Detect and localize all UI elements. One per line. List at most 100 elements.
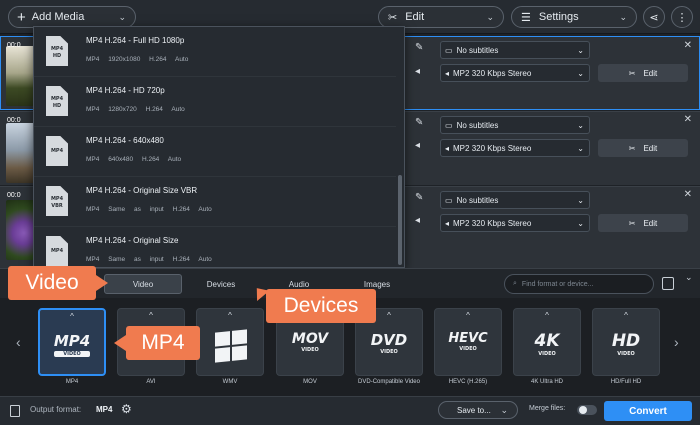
pencil-icon[interactable]: ✎ bbox=[415, 192, 423, 203]
preset-name: MP4 H.264 - Original Size bbox=[86, 236, 179, 245]
speaker-icon: ◂ bbox=[445, 218, 450, 228]
preset-specs: MP4 640x480 H.264 Auto bbox=[86, 156, 182, 163]
output-format-icon bbox=[10, 405, 20, 417]
toggle-knob bbox=[579, 406, 587, 414]
edit-button[interactable]: ✂ Edit bbox=[598, 139, 688, 157]
chevron-left-icon[interactable]: ‹ bbox=[16, 334, 21, 350]
edit-label: Edit bbox=[643, 143, 658, 153]
close-icon[interactable]: ✕ bbox=[684, 40, 692, 51]
edit-button[interactable]: ✂ Edit bbox=[598, 214, 688, 232]
share-button[interactable]: ⋖ bbox=[643, 6, 665, 28]
format-search-input[interactable]: ⌕ Find format or device... bbox=[504, 274, 654, 294]
save-to-button[interactable]: Save to... ⌄ bbox=[438, 401, 518, 419]
gear-icon[interactable]: ⚙ bbox=[121, 402, 132, 416]
tools-icon: ✂ bbox=[628, 68, 636, 78]
video-sublabel: VIDEO bbox=[617, 351, 635, 357]
subtitles-select[interactable]: ▭ No subtitles ⌄ bbox=[440, 116, 590, 134]
preset-item[interactable]: MP4 VBR MP4 H.264 - Original Size VBR MP4… bbox=[34, 177, 396, 227]
caret-up-icon: ^ bbox=[228, 311, 232, 320]
format-label: 4K Ultra HD bbox=[530, 379, 563, 385]
save-to-label: Save to... bbox=[457, 405, 491, 415]
audio-track-select[interactable]: ◂ MP2 320 Kbps Stereo ⌄ bbox=[440, 139, 590, 157]
tools-icon: ✂ bbox=[628, 218, 636, 228]
preset-item[interactable]: MP4 MP4 H.264 - 640x480 MP4 640x480 H.26… bbox=[34, 127, 396, 177]
close-icon[interactable]: ✕ bbox=[684, 189, 692, 200]
duration-label: 00:0 bbox=[7, 192, 21, 199]
format-card-mp4[interactable]: ^ MP4 VIDEO bbox=[38, 308, 106, 376]
format-label: HEVC (H.265) bbox=[448, 379, 488, 385]
video-sublabel: VIDEO bbox=[54, 351, 90, 357]
edit-label: Edit bbox=[643, 68, 658, 78]
mp4-file-icon: MP4 HD bbox=[46, 86, 68, 116]
preset-item[interactable]: MP4 MP4 H.264 - Original Size MP4 Same a… bbox=[34, 227, 396, 267]
pencil-icon[interactable]: ✎ bbox=[415, 117, 423, 128]
dropdown-scrollbar[interactable] bbox=[398, 175, 402, 265]
add-media-label: Add Media bbox=[31, 11, 85, 23]
chevron-right-icon[interactable]: › bbox=[674, 334, 679, 350]
duration-label: 00:0 bbox=[7, 42, 21, 49]
format-card-wmv[interactable]: ^ bbox=[196, 308, 264, 376]
chevron-down-icon: ⌄ bbox=[577, 218, 584, 228]
audio-icon[interactable]: ◂ bbox=[415, 140, 420, 151]
video-thumbnail bbox=[6, 46, 36, 106]
pencil-icon[interactable]: ✎ bbox=[415, 42, 423, 53]
more-button[interactable]: ⋮ bbox=[671, 6, 693, 28]
audio-track-select[interactable]: ◂ MP2 320 Kbps Stereo ⌄ bbox=[440, 64, 590, 82]
video-sublabel: VIDEO bbox=[301, 347, 319, 353]
add-media-button[interactable]: + Add Media ⌄ bbox=[8, 6, 136, 28]
bottom-bar: Output format: MP4 ⚙ Save to... ⌄ Merge f… bbox=[0, 396, 700, 425]
search-icon: ⌕ bbox=[513, 280, 517, 287]
audio-icon[interactable]: ◂ bbox=[415, 66, 420, 77]
format-label: AVI bbox=[146, 379, 156, 385]
chevron-down-icon: ⌄ bbox=[577, 45, 584, 55]
caret-up-icon: ^ bbox=[624, 311, 628, 320]
device-detect-icon[interactable] bbox=[662, 277, 674, 290]
collapse-icon[interactable]: ⌄ bbox=[685, 272, 693, 283]
mp4-file-icon: MP4 VBR bbox=[46, 186, 68, 216]
settings-label: Settings bbox=[538, 11, 579, 23]
preset-name: MP4 H.264 - 640x480 bbox=[86, 136, 164, 145]
chevron-down-icon: ⌄ bbox=[577, 195, 584, 205]
convert-button[interactable]: Convert bbox=[604, 401, 692, 421]
merge-toggle[interactable] bbox=[577, 405, 597, 415]
audio-value: MP2 320 Kbps Stereo bbox=[453, 143, 532, 153]
format-card-hd[interactable]: ^ HD VIDEO bbox=[592, 308, 660, 376]
audio-icon[interactable]: ◂ bbox=[415, 215, 420, 226]
callout-video-arrow bbox=[96, 275, 108, 291]
close-icon[interactable]: ✕ bbox=[684, 114, 692, 125]
chevron-down-icon: ⌄ bbox=[500, 404, 508, 415]
subtitles-select[interactable]: ▭ No subtitles ⌄ bbox=[440, 191, 590, 209]
dvd-logo: DVD bbox=[370, 331, 408, 349]
tab-video[interactable]: Video bbox=[104, 274, 182, 294]
preset-name: MP4 H.264 - HD 720p bbox=[86, 86, 165, 95]
chevron-down-icon: ⌄ bbox=[486, 11, 494, 22]
subtitle-icon: ▭ bbox=[445, 195, 453, 205]
format-label: DVD-Compatible Video bbox=[358, 379, 420, 385]
edit-label: Edit bbox=[643, 218, 658, 228]
mp4-file-icon: MP4 bbox=[46, 136, 68, 166]
share-icon: ⋖ bbox=[649, 11, 659, 24]
subtitles-select[interactable]: ▭ No subtitles ⌄ bbox=[440, 41, 590, 59]
settings-button[interactable]: ☰ Settings ⌄ bbox=[511, 6, 637, 28]
preset-item[interactable]: MP4 HD MP4 H.264 - Full HD 1080p MP4 1920… bbox=[34, 27, 396, 77]
mp4-logo: MP4 bbox=[53, 332, 91, 350]
subtitles-value: No subtitles bbox=[456, 45, 499, 55]
edit-menu-label: Edit bbox=[405, 11, 425, 23]
preset-item[interactable]: MP4 HD MP4 H.264 - HD 720p MP4 1280x720 H… bbox=[34, 77, 396, 127]
callout-mp4-arrow bbox=[114, 335, 126, 351]
audio-value: MP2 320 Kbps Stereo bbox=[453, 68, 532, 78]
edit-button[interactable]: ✂ Edit bbox=[598, 64, 688, 82]
chevron-down-icon: ⌄ bbox=[619, 11, 627, 22]
audio-track-select[interactable]: ◂ MP2 320 Kbps Stereo ⌄ bbox=[440, 214, 590, 232]
duration-label: 00:0 bbox=[7, 117, 21, 124]
output-format-value: MP4 bbox=[96, 405, 113, 414]
menu-icon: ☰ bbox=[521, 11, 531, 24]
preset-name: MP4 H.264 - Full HD 1080p bbox=[86, 36, 185, 45]
edit-menu-button[interactable]: ✂ Edit ⌄ bbox=[378, 6, 504, 28]
format-card-4k[interactable]: ^ 4K VIDEO bbox=[513, 308, 581, 376]
format-card-hevc[interactable]: ^ HEVC VIDEO bbox=[434, 308, 502, 376]
tab-devices[interactable]: Devices bbox=[184, 274, 258, 294]
video-sublabel: VIDEO bbox=[538, 351, 556, 357]
video-sublabel: VIDEO bbox=[380, 349, 398, 355]
more-vertical-icon: ⋮ bbox=[676, 11, 688, 24]
